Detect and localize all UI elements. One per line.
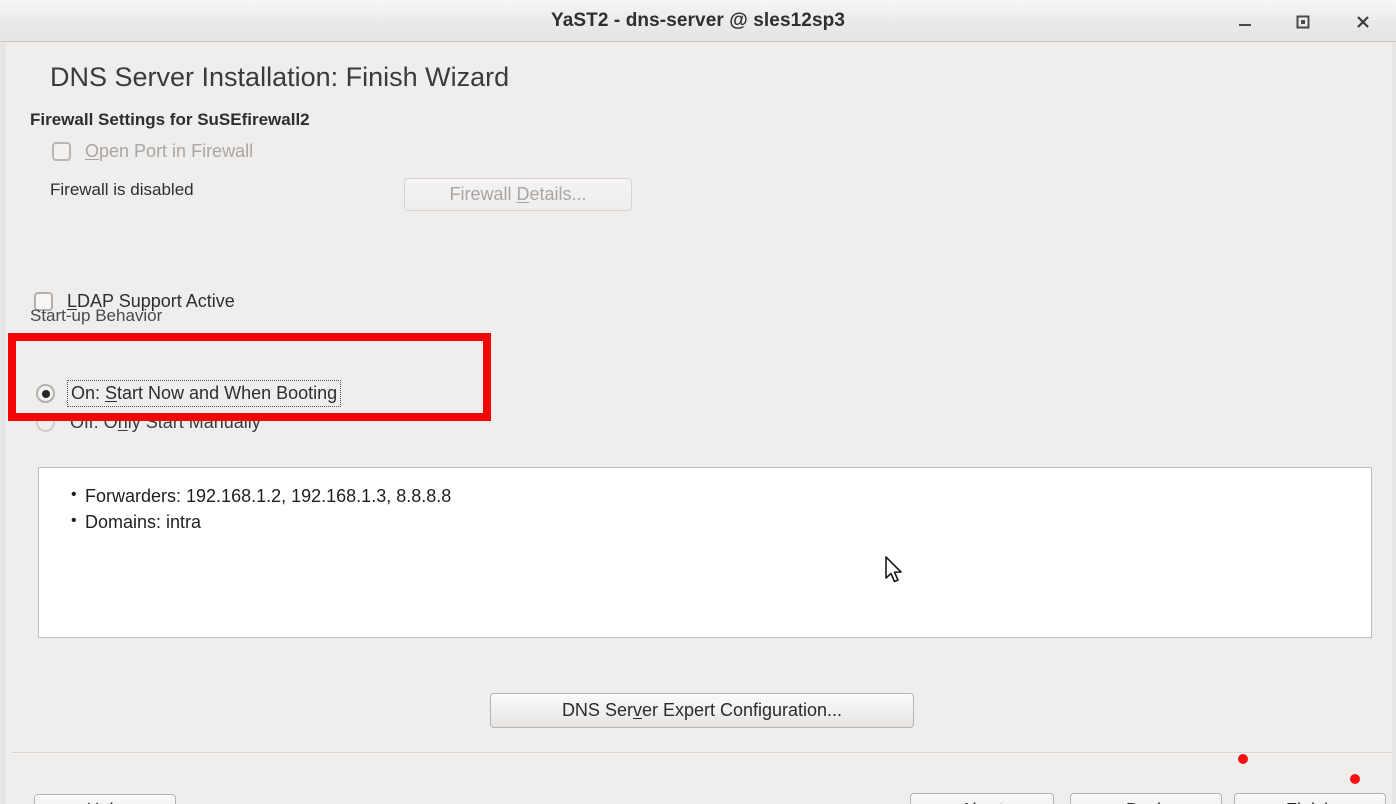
abort-label: Abort xyxy=(960,800,1003,804)
back-label: Back xyxy=(1126,800,1166,804)
minimize-button[interactable] xyxy=(1230,8,1260,34)
yast2-dns-server-window: YaST2 - dns-server @ sles12sp3 DNS Serve… xyxy=(0,0,1396,804)
radio-start-now-label: On: Start Now and When Booting xyxy=(67,380,342,407)
radio-start-now-and-when-booting[interactable]: On: Start Now and When Booting xyxy=(36,380,342,407)
startup-behavior-group-label: Start-up Behavior xyxy=(30,306,163,325)
finish-label: Finish xyxy=(1286,800,1334,804)
configuration-summary-box: Forwarders: 192.168.1.2, 192.168.1.3, 8.… xyxy=(38,467,1372,638)
radio-dot xyxy=(41,389,50,398)
firewall-section-label: Firewall Settings for SuSEfirewall2 xyxy=(30,110,310,129)
help-label: Help xyxy=(86,800,123,804)
page-title: DNS Server Installation: Finish Wizard xyxy=(50,62,510,92)
finish-button[interactable]: Finish xyxy=(1234,793,1386,804)
firewall-details-label: Firewall Details... xyxy=(449,184,587,204)
close-button[interactable] xyxy=(1348,8,1378,34)
list-item: Domains: intra xyxy=(71,508,1371,535)
summary-list: Forwarders: 192.168.1.2, 192.168.1.3, 8.… xyxy=(39,468,1371,535)
maximize-button[interactable] xyxy=(1288,8,1318,34)
radio-only-start-manually[interactable]: Off: Only Start Manually xyxy=(36,410,264,435)
help-button[interactable]: Help xyxy=(34,794,176,804)
highlight-annotation-startup-behavior xyxy=(8,333,491,421)
abort-button[interactable]: Abort xyxy=(910,793,1054,804)
expert-config-label: DNS Server Expert Configuration... xyxy=(561,700,843,720)
list-item: Forwarders: 192.168.1.2, 192.168.1.3, 8.… xyxy=(71,482,1371,509)
radio-circle xyxy=(36,413,55,432)
firewall-details-button: Firewall Details... xyxy=(404,178,632,211)
footer-separator-highlight xyxy=(12,753,1392,754)
open-port-in-firewall-label: Open Port in Firewall xyxy=(85,141,254,161)
back-button[interactable]: Back xyxy=(1070,793,1222,804)
minimize-icon xyxy=(1230,8,1260,34)
radio-circle xyxy=(36,384,55,403)
checkbox-box xyxy=(52,142,71,161)
open-port-in-firewall-checkbox: Open Port in Firewall xyxy=(52,141,253,162)
maximize-icon xyxy=(1288,8,1318,34)
window-titlebar[interactable]: YaST2 - dns-server @ sles12sp3 xyxy=(0,0,1396,42)
radio-only-start-manually-label: Off: Only Start Manually xyxy=(70,412,261,432)
window-title: YaST2 - dns-server @ sles12sp3 xyxy=(550,10,846,31)
close-icon xyxy=(1348,8,1378,34)
dialog-content: DNS Server Installation: Finish Wizard F… xyxy=(6,42,1392,804)
dns-server-expert-configuration-button[interactable]: DNS Server Expert Configuration... xyxy=(490,693,914,728)
firewall-status-text: Firewall is disabled xyxy=(50,180,194,199)
